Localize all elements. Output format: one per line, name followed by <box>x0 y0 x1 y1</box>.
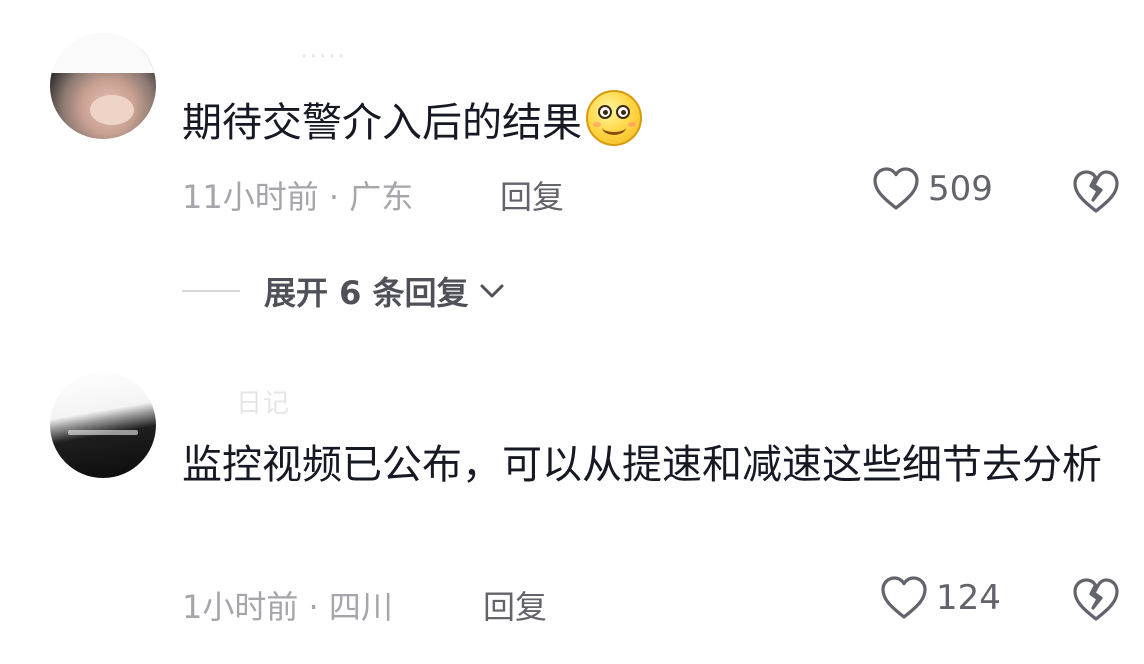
like-count: 124 <box>936 578 1001 618</box>
expand-replies-button[interactable]: 展开 6 条回复 <box>182 268 507 314</box>
broken-heart-icon <box>1073 170 1119 213</box>
comment-time-location: 11小时前 · 广东 <box>182 178 414 216</box>
reply-button[interactable]: 回复 <box>483 582 547 628</box>
chevron-down-icon <box>480 284 504 298</box>
expand-divider <box>182 290 240 292</box>
comment-text-body: 期待交警介入后的结果 <box>182 100 582 146</box>
reply-button[interactable]: 回复 <box>500 172 564 218</box>
broken-heart-icon <box>1073 578 1119 621</box>
comment-username[interactable]: ····· <box>300 42 346 72</box>
avatar[interactable] <box>50 372 156 478</box>
like-button[interactable]: 509 <box>872 166 993 212</box>
dislike-button[interactable] <box>1072 576 1120 624</box>
smiling-face-emoji-icon <box>586 90 642 146</box>
expand-replies-label: 展开 6 条回复 <box>264 274 469 312</box>
heart-outline-icon <box>881 576 927 619</box>
avatar[interactable] <box>50 33 156 139</box>
comment-time-location: 1小时前 · 四川 <box>182 588 393 626</box>
like-count: 509 <box>928 169 993 209</box>
comment-text: 期待交警介入后的结果 <box>182 90 642 156</box>
heart-outline-icon <box>873 167 919 210</box>
like-button[interactable]: 124 <box>880 575 1001 621</box>
dislike-button[interactable] <box>1072 168 1120 216</box>
comment-username[interactable]: 日记 <box>182 383 290 420</box>
comment-text: 监控视频已公布，可以从提速和减速这些细节去分析 <box>182 442 1102 488</box>
